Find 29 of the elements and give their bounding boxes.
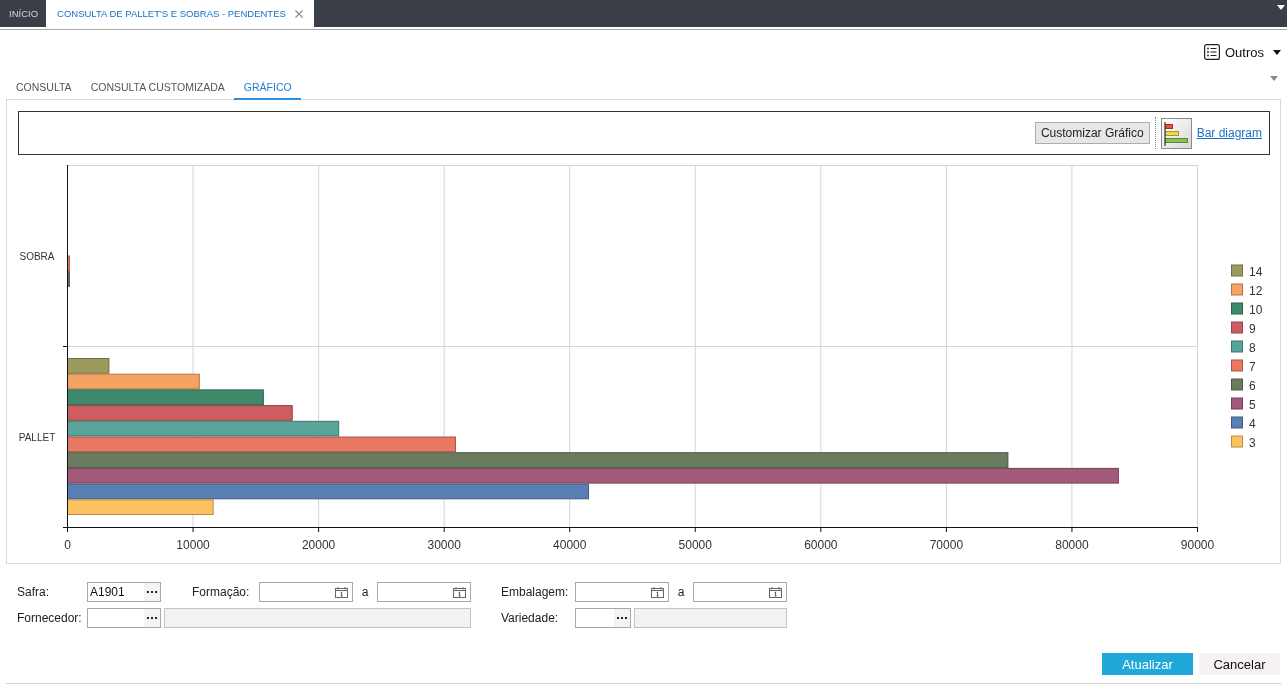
legend-label: 3 — [1249, 435, 1256, 450]
axis-tick-label: 50000 — [678, 538, 712, 552]
axis-tick-label: 70000 — [929, 538, 964, 552]
legend-label: 6 — [1249, 378, 1256, 393]
legend-label: 5 — [1249, 397, 1256, 412]
axis-tick-label: 20000 — [301, 538, 336, 552]
legend-label: 7 — [1249, 359, 1256, 374]
legend-label: 4 — [1249, 416, 1256, 431]
category-label: PALLET — [18, 431, 56, 443]
axis-tick-label: 40000 — [553, 538, 587, 552]
field-label: Fornecedor: — [17, 611, 82, 625]
axis-tick-label: 10000 — [176, 538, 210, 552]
legend-label: 10 — [1249, 302, 1263, 317]
legend-label: 9 — [1249, 321, 1256, 336]
axis-tick-label: 30000 — [427, 538, 461, 552]
axis-tick-label: 60000 — [804, 538, 838, 552]
axis-tick-label: 90000 — [1180, 538, 1215, 552]
field-label: Formação: — [192, 585, 250, 599]
legend-label: 8 — [1249, 340, 1256, 355]
legend-label: 12 — [1249, 283, 1263, 298]
axis-tick-label: 80000 — [1055, 538, 1089, 552]
field-label: Embalagem: — [501, 585, 569, 599]
range-label: a — [360, 585, 370, 599]
axis-tick-label: 0 — [64, 538, 71, 552]
field-label: Safra: — [17, 585, 49, 599]
field-label: Variedade: — [501, 611, 559, 625]
category-label: SOBRA — [19, 250, 55, 262]
range-label: a — [676, 585, 686, 599]
legend-label: 14 — [1249, 264, 1263, 279]
